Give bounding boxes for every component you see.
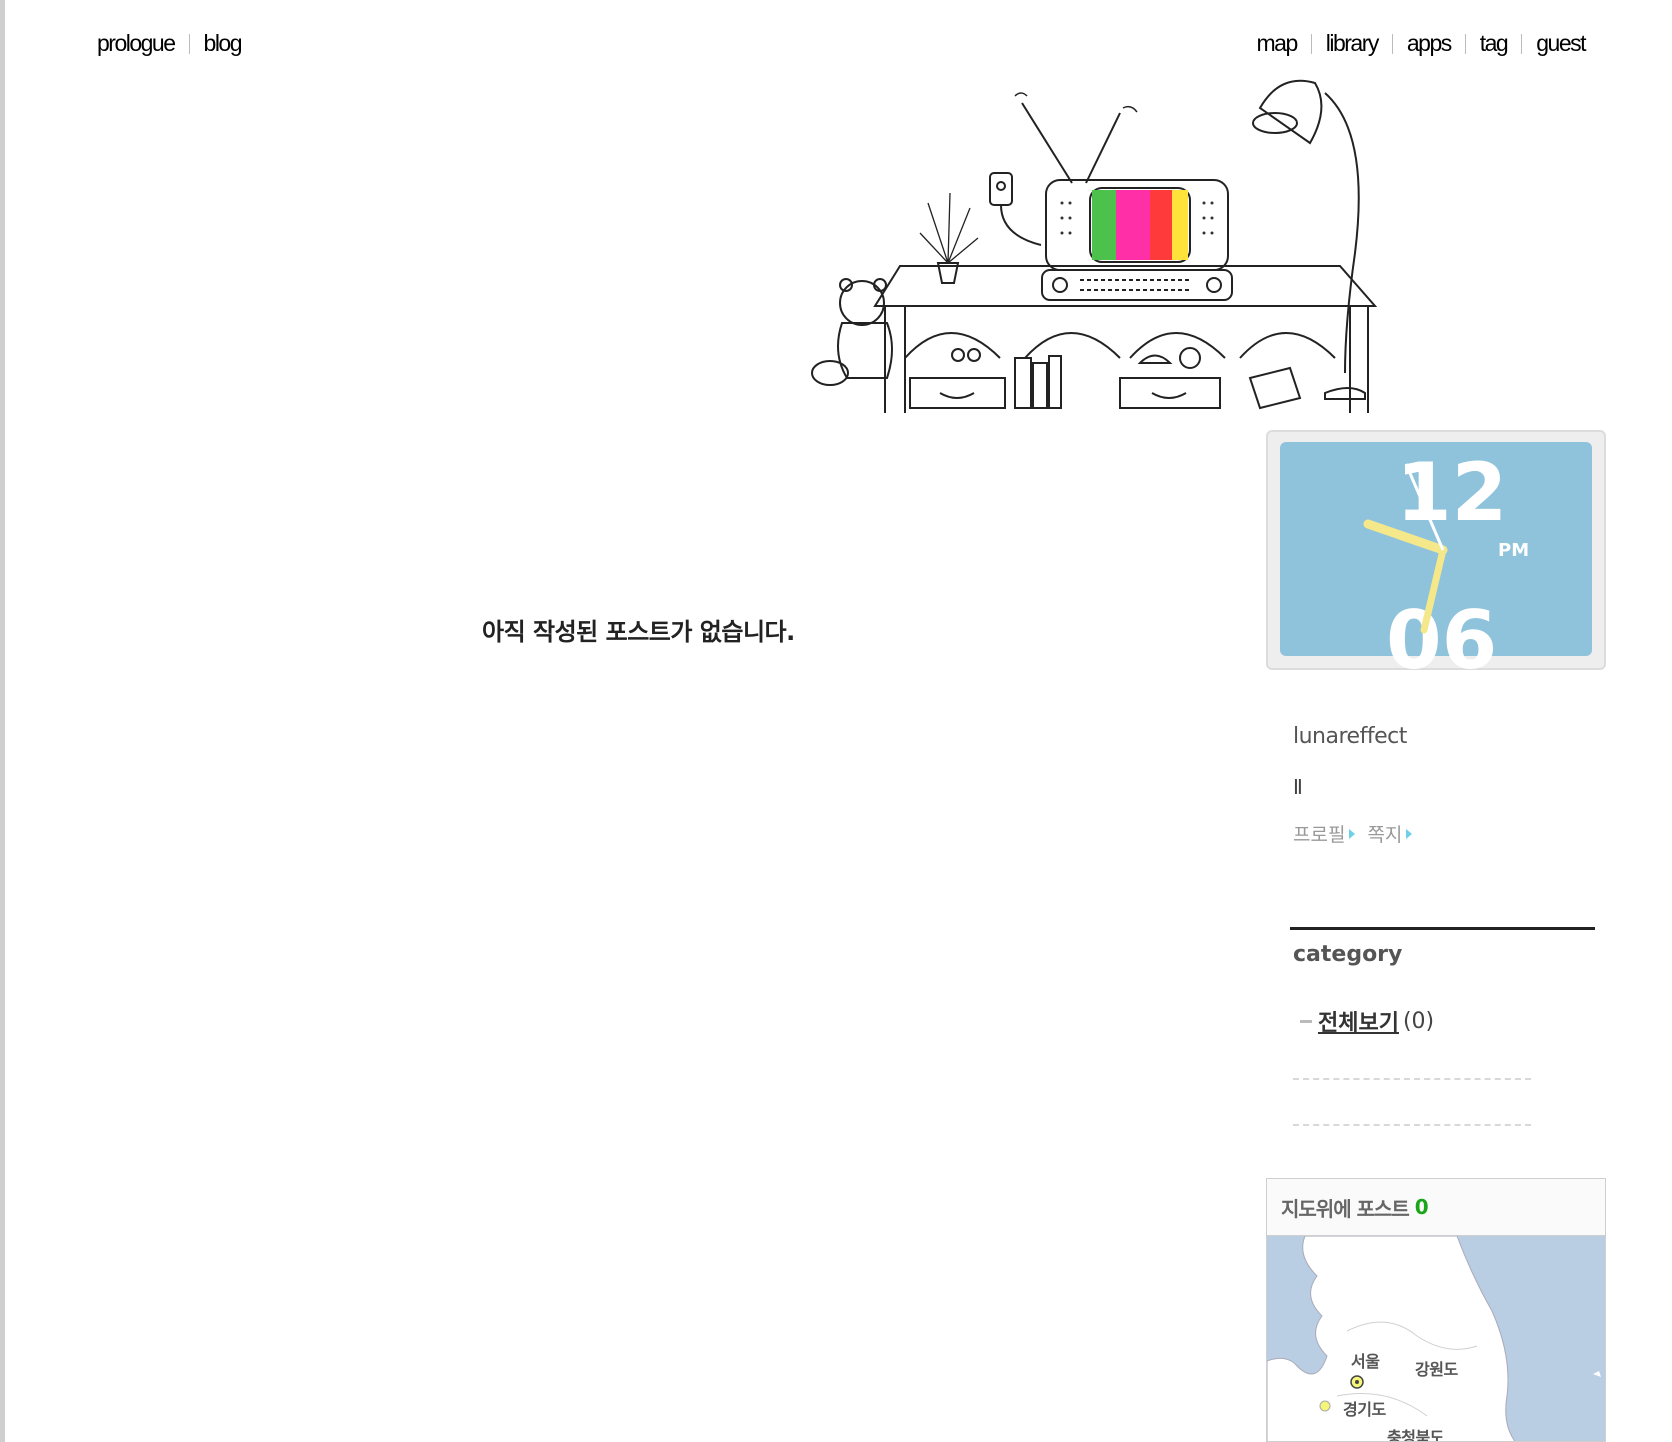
nav-separator	[1521, 33, 1523, 54]
category-title: category	[1293, 942, 1403, 967]
nav-separator	[1391, 33, 1393, 54]
dashed-divider	[1293, 1124, 1531, 1126]
message-link[interactable]: 쪽지	[1367, 820, 1402, 847]
top-nav-left: prologue blog	[97, 30, 243, 57]
profile-links: 프로필 쪽지	[1293, 820, 1424, 847]
clock-period: PM	[1498, 540, 1529, 561]
clock-widget: 12 06 PM	[1266, 430, 1606, 687]
nav-link-blog[interactable]: blog	[204, 30, 243, 57]
category-link-all[interactable]: 전체보기	[1318, 1005, 1399, 1037]
nav-separator	[188, 33, 190, 54]
nav-separator	[1310, 33, 1312, 54]
map-widget-title: 지도위에 포스트	[1281, 1196, 1410, 1221]
map-post-count: 0	[1414, 1195, 1429, 1219]
nav-link-tag[interactable]: tag	[1480, 30, 1509, 57]
nav-link-map[interactable]: map	[1257, 30, 1299, 57]
map-widget: 지도위에 포스트 0 서울 강원도 경기도 충청북도	[1266, 1178, 1606, 1442]
nav-link-library[interactable]: library	[1326, 30, 1380, 57]
profile-pause-icon[interactable]: Ⅱ	[1293, 775, 1303, 799]
profile-link[interactable]: 프로필	[1293, 820, 1345, 847]
map-label-gyeonggi: 경기도	[1343, 1400, 1386, 1419]
dashed-divider	[1293, 1078, 1531, 1080]
left-page-border	[0, 0, 5, 1442]
nav-link-prologue[interactable]: prologue	[97, 30, 176, 57]
map-label-gangwon: 강원도	[1415, 1360, 1458, 1379]
map-widget-header: 지도위에 포스트 0	[1267, 1179, 1605, 1236]
clock-face: 12 06 PM	[1280, 442, 1592, 687]
nav-link-guest[interactable]: guest	[1536, 30, 1586, 57]
empty-posts-message: 아직 작성된 포스트가 없습니다.	[482, 618, 795, 646]
arrow-right-icon	[1349, 828, 1356, 839]
korea-map-land	[1267, 1236, 1601, 1441]
category-divider	[1290, 927, 1595, 930]
dash-icon	[1300, 1019, 1312, 1023]
nav-separator	[1464, 33, 1466, 54]
category-count: (0)	[1402, 1008, 1435, 1034]
header-illustration	[811, 79, 1378, 413]
arrow-right-icon	[1406, 828, 1413, 839]
korea-map[interactable]: 서울 강원도 경기도 충청북도	[1267, 1236, 1605, 1442]
map-label-seoul: 서울	[1351, 1352, 1380, 1371]
clock-bottom-hour: 06	[1386, 594, 1497, 672]
profile-name: lunareffect	[1293, 724, 1407, 749]
map-label-chungbuk: 충청북도	[1387, 1428, 1444, 1442]
category-item: 전체보기 (0)	[1300, 1005, 1434, 1037]
clock-top-hour: 12	[1396, 446, 1507, 539]
top-nav-right: map library apps tag guest	[1257, 30, 1587, 57]
nav-link-apps[interactable]: apps	[1407, 30, 1452, 57]
